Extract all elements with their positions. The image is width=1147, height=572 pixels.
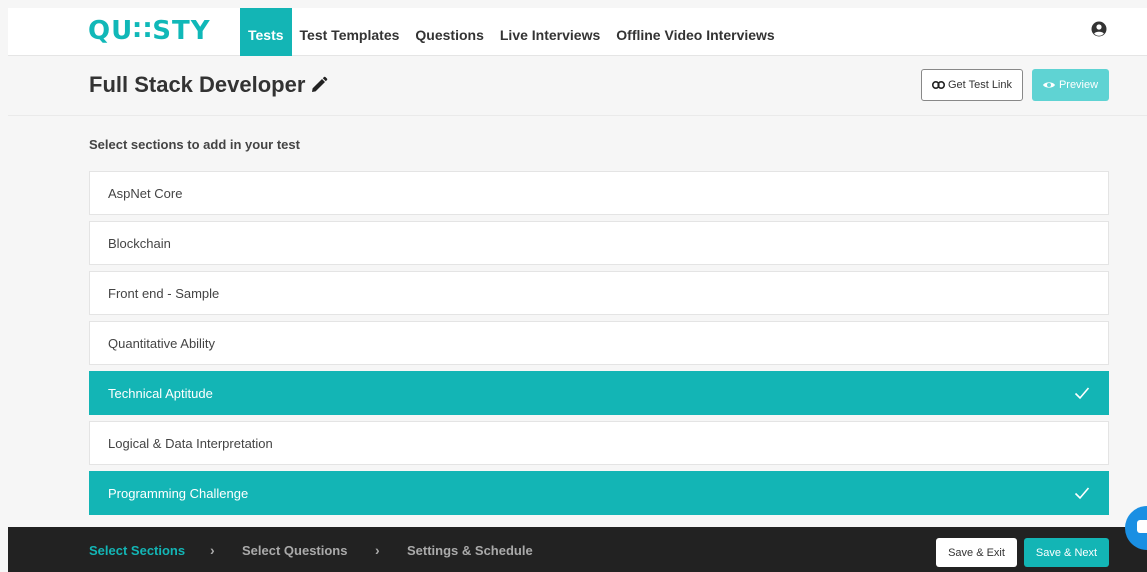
check-icon <box>1074 387 1090 400</box>
main-nav: Tests Test Templates Questions Live Inte… <box>240 8 783 56</box>
nav-tests[interactable]: Tests <box>240 8 292 56</box>
top-navbar: QU∷STY Tests Test Templates Questions Li… <box>8 8 1147 56</box>
page-title: Full Stack Developer <box>89 72 306 97</box>
section-item-programming-challenge[interactable]: Programming Challenge <box>89 471 1109 515</box>
section-label: AspNet Core <box>108 185 183 201</box>
wizard-footer: Select Sections › Select Questions › Set… <box>8 527 1147 572</box>
section-label: Quantitative Ability <box>108 335 215 351</box>
section-item-aspnet-core[interactable]: AspNet Core <box>89 171 1109 215</box>
nav-questions[interactable]: Questions <box>407 8 491 56</box>
save-next-button[interactable]: Save & Next <box>1024 538 1109 567</box>
section-label: Front end - Sample <box>108 285 220 301</box>
section-label: Blockchain <box>108 235 171 251</box>
preview-button[interactable]: Preview <box>1032 69 1109 101</box>
chevron-right-icon: › <box>210 542 215 558</box>
nav-test-templates[interactable]: Test Templates <box>292 8 408 56</box>
section-item-blockchain[interactable]: Blockchain <box>89 221 1109 265</box>
preview-label: Preview <box>1058 79 1099 91</box>
step-select-sections[interactable]: Select Sections <box>89 543 185 558</box>
main-content: Select sections to add in your test AspN… <box>8 117 1147 527</box>
get-test-link-button[interactable]: Get Test Link <box>921 69 1023 101</box>
nav-offline-video-interviews[interactable]: Offline Video Interviews <box>608 8 782 56</box>
get-test-link-label: Get Test Link <box>948 79 1012 91</box>
section-item-front-end-sample[interactable]: Front end - Sample <box>89 271 1109 315</box>
step-select-questions[interactable]: Select Questions <box>242 543 347 558</box>
nav-live-interviews[interactable]: Live Interviews <box>492 8 608 56</box>
section-label: Technical Aptitude <box>108 385 213 401</box>
section-list: AspNet Core Blockchain Front end - Sampl… <box>89 171 1109 521</box>
section-label: Programming Challenge <box>108 485 249 501</box>
section-item-quantitative-ability[interactable]: Quantitative Ability <box>89 321 1109 365</box>
logo[interactable]: QU∷STY <box>88 16 211 46</box>
instruction-text: Select sections to add in your test <box>89 137 300 152</box>
check-icon <box>1074 487 1090 500</box>
chat-icon <box>1137 520 1147 533</box>
section-label: Logical & Data Interpretation <box>108 435 273 451</box>
pencil-icon[interactable] <box>310 76 328 94</box>
section-item-logical-data-interpretation[interactable]: Logical & Data Interpretation <box>89 421 1109 465</box>
chevron-right-icon: › <box>375 542 380 558</box>
section-item-technical-aptitude[interactable]: Technical Aptitude <box>89 371 1109 415</box>
eye-icon <box>1042 82 1055 88</box>
user-circle-icon[interactable] <box>1091 21 1107 37</box>
page-header: Full Stack Developer Get Test Link Previ… <box>8 56 1147 116</box>
step-settings-schedule[interactable]: Settings & Schedule <box>407 543 533 558</box>
save-exit-button[interactable]: Save & Exit <box>936 538 1017 567</box>
link-icon <box>932 81 945 89</box>
